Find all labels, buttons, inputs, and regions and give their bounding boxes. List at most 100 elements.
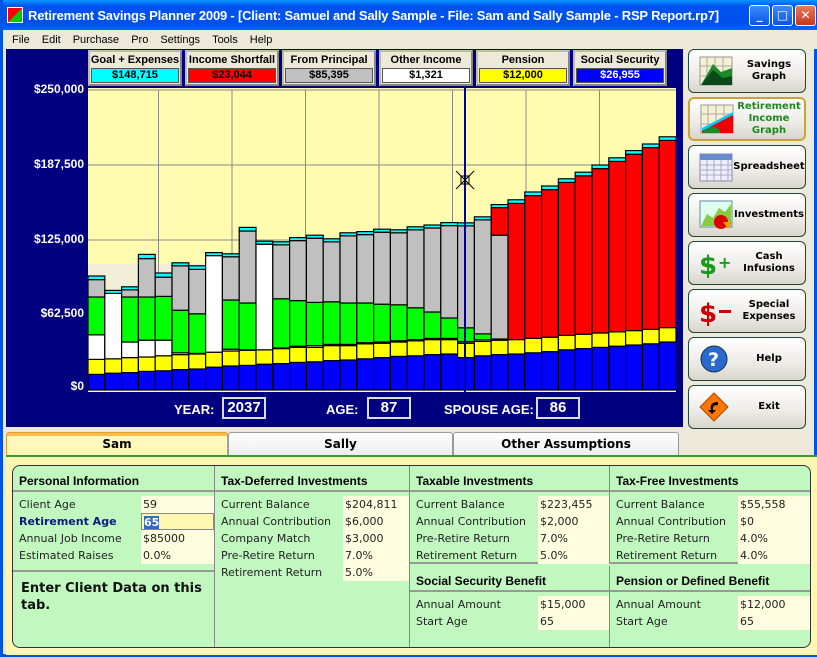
bar-stack[interactable] [171, 262, 190, 391]
menu-pro[interactable]: Pro [125, 34, 154, 46]
bar-segment-pension [255, 349, 274, 365]
bar-segment-pension [88, 358, 106, 375]
bar-segment-other-income [137, 339, 156, 358]
bar-segment-job-income [473, 333, 492, 341]
menu-help[interactable]: Help [244, 34, 279, 46]
bar-stack[interactable] [541, 185, 560, 391]
bar-stack[interactable] [557, 178, 576, 391]
bar-stack[interactable] [641, 143, 660, 391]
bar-segment-goal-expenses-cap [154, 272, 173, 278]
tab-sally[interactable]: Sally [228, 432, 453, 456]
menu-tools[interactable]: Tools [206, 34, 244, 46]
bar-stack[interactable] [624, 149, 643, 391]
bar-segment-pension [641, 328, 660, 345]
client-age-field[interactable]: 59 [141, 496, 214, 513]
td-retirement-return-field[interactable]: 5.0% [343, 564, 409, 581]
field-row: Client Age 59 [13, 496, 214, 513]
bar-stack[interactable] [406, 226, 425, 391]
bar-stack[interactable] [137, 253, 156, 391]
ss-annual-amount-field[interactable]: $15,000 [538, 596, 609, 613]
bar-stack[interactable] [658, 136, 676, 391]
bar-stack[interactable] [423, 224, 442, 391]
investments-button[interactable]: Investments [688, 193, 806, 237]
field-label: Retirement Return [616, 549, 718, 562]
bar-segment-job-income [171, 309, 190, 354]
bar-segment-social-security [137, 370, 156, 391]
tx-current-balance-field[interactable]: $223,455 [538, 496, 609, 513]
legend-label: Other Income [390, 54, 462, 66]
bar-stack[interactable] [507, 199, 526, 391]
tab-sam[interactable]: Sam [6, 432, 228, 456]
menu-edit[interactable]: Edit [36, 34, 67, 46]
cash-infusions-button[interactable]: $ + Cash Infusions [688, 241, 806, 285]
button-label: Savings Graph [746, 59, 792, 82]
minimize-button[interactable]: _ [749, 4, 770, 26]
bar-stack[interactable] [339, 232, 358, 391]
svg-text:$: $ [699, 251, 717, 278]
bar-stack[interactable] [322, 238, 341, 391]
spreadsheet-button[interactable]: Spreadsheet [688, 145, 806, 189]
tx-pre-retire-return-field[interactable]: 7.0% [538, 530, 609, 547]
td-current-balance-field[interactable]: $204,811 [343, 496, 409, 513]
bar-stack[interactable] [389, 229, 408, 391]
close-button[interactable]: ✕ [795, 4, 816, 26]
bar-stack[interactable] [574, 171, 593, 391]
bar-stack[interactable] [238, 226, 257, 391]
ss-start-age-field[interactable]: 65 [538, 613, 609, 630]
tab-other-assumptions[interactable]: Other Assumptions [453, 432, 679, 456]
tx-annual-contribution-field[interactable]: $2,000 [538, 513, 609, 530]
td-pre-retire-return-field[interactable]: 7.0% [343, 547, 409, 564]
bar-stack[interactable] [356, 231, 375, 391]
menu-purchase[interactable]: Purchase [67, 34, 125, 46]
td-company-match-field[interactable]: $3,000 [343, 530, 409, 547]
bar-segment-goal-expenses-cap [255, 240, 274, 245]
pension-annual-amount-field[interactable]: $12,000 [738, 596, 810, 613]
bar-segment-pension [137, 356, 156, 372]
td-annual-contribution-field[interactable]: $6,000 [343, 513, 409, 530]
bar-stack[interactable] [204, 252, 223, 391]
help-button[interactable]: ? Help [688, 337, 806, 381]
tf-pre-retire-return-field[interactable]: 4.0% [738, 530, 810, 547]
bar-stack[interactable] [440, 222, 459, 391]
retirement-income-chart[interactable] [88, 88, 676, 392]
menu-file[interactable]: File [6, 34, 36, 46]
bar-segment-social-security [221, 365, 240, 391]
retirement-income-graph-button[interactable]: Retirement Income Graph [688, 97, 806, 141]
annual-job-income-field[interactable]: $85000 [141, 530, 214, 547]
bar-stack[interactable] [473, 216, 492, 391]
tf-annual-contribution-field[interactable]: $0 [738, 513, 810, 530]
bar-stack[interactable] [120, 286, 139, 391]
bar-stack[interactable] [188, 265, 207, 391]
menu-settings[interactable]: Settings [154, 34, 206, 46]
exit-button[interactable]: Exit [688, 385, 806, 429]
bar-stack[interactable] [221, 253, 240, 391]
bar-stack[interactable] [88, 275, 106, 391]
bar-segment-social-security [104, 372, 123, 391]
bar-stack[interactable] [608, 157, 627, 391]
retirement-age-field[interactable]: 65 [141, 513, 214, 530]
bar-segment-pension [221, 350, 240, 367]
pension-start-age-field[interactable]: 65 [738, 613, 810, 630]
maximize-button[interactable]: □ [772, 4, 793, 26]
bar-stack[interactable] [591, 164, 610, 391]
field-label: Retirement Return [221, 566, 323, 579]
tx-retirement-return-field[interactable]: 5.0% [538, 547, 609, 564]
bar-stack[interactable] [272, 241, 291, 391]
bar-segment-pension [507, 339, 526, 355]
bar-stack[interactable] [373, 228, 392, 391]
bar-stack[interactable] [305, 234, 324, 391]
bar-segment-social-security [591, 346, 610, 391]
bar-stack[interactable] [289, 237, 308, 391]
tf-current-balance-field[interactable]: $55,558 [738, 496, 810, 513]
field-label: Current Balance [416, 498, 505, 511]
special-expenses-button[interactable]: $ Special Expenses [688, 289, 806, 333]
bar-stack[interactable] [490, 203, 509, 391]
bar-stack[interactable] [104, 289, 123, 391]
bar-stack[interactable] [524, 191, 543, 391]
bar-stack[interactable] [255, 240, 274, 391]
bar-stack[interactable] [154, 272, 173, 391]
savings-graph-button[interactable]: Savings Graph [688, 49, 806, 93]
tf-retirement-return-field[interactable]: 4.0% [738, 547, 810, 564]
bar-segment-pension [440, 339, 459, 355]
estimated-raises-field[interactable]: 0.0% [141, 547, 214, 564]
